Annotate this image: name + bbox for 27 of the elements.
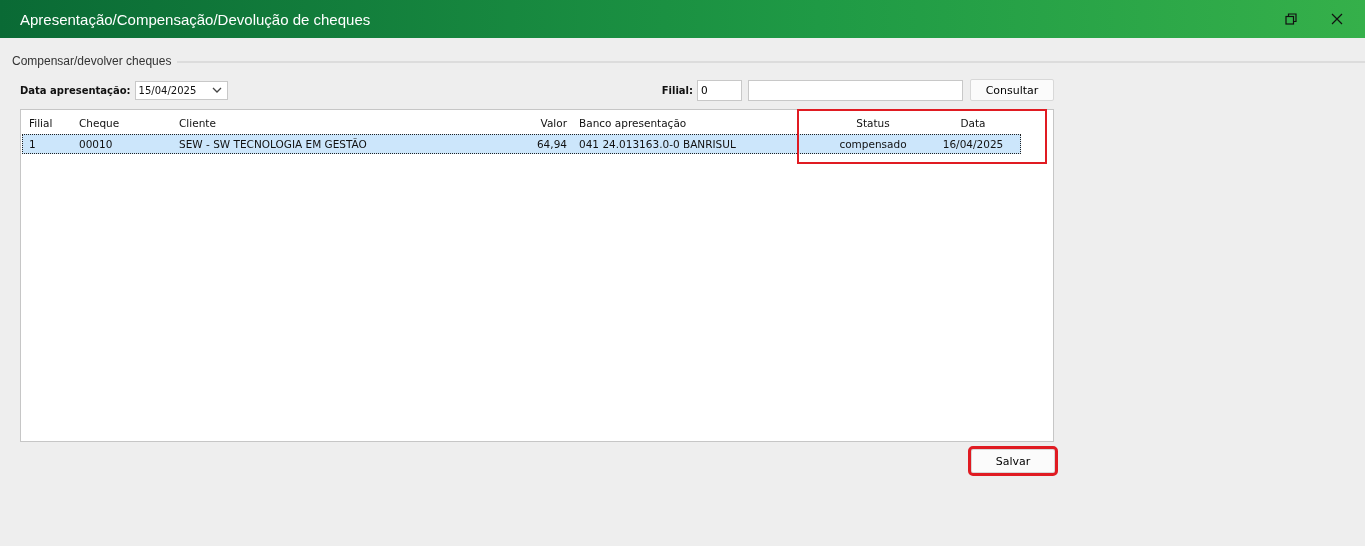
- table-cell-text: 1: [29, 138, 37, 150]
- filial-label: Filial:: [661, 84, 693, 96]
- column-header[interactable]: Valor: [479, 117, 567, 129]
- column-header[interactable]: Filial: [29, 117, 79, 129]
- table-cell-text: compensado: [838, 138, 908, 150]
- column-header[interactable]: Cliente: [179, 117, 479, 129]
- filial-field[interactable]: 0: [697, 79, 742, 101]
- table-cell-text: 64,94: [535, 138, 567, 150]
- date-label: Data apresentação:: [20, 84, 131, 96]
- column-header[interactable]: Status: [823, 117, 923, 129]
- name-field[interactable]: [748, 79, 963, 101]
- table-cell-text: SEW - SW TECNOLOGIA EM GESTÃO: [179, 138, 368, 150]
- table-cell-text: 16/04/2025: [941, 138, 1005, 150]
- date-picker[interactable]: 15/04/2025: [134, 80, 228, 100]
- table-cell-text: 00010: [79, 138, 114, 150]
- restore-icon[interactable]: [1285, 13, 1297, 25]
- table-cell-text: 041 24.013163.0-0 BANRISUL: [578, 138, 737, 150]
- column-header[interactable]: Cheque: [79, 117, 179, 129]
- column-header[interactable]: Banco apresentação: [567, 117, 823, 129]
- group-title: Compensar/devolver cheques: [12, 54, 172, 68]
- table-row[interactable]: 1 00010 SEW - SW TECNOLOGIA EM GESTÃO 64,94 041 24.013163.0-0 BANRISUL compensado 16/04/2025: [22, 134, 1021, 154]
- chevron-down-icon: [211, 87, 222, 93]
- column-header[interactable]: Data: [923, 117, 1023, 129]
- consult-button[interactable]: Consultar: [970, 79, 1054, 101]
- close-icon[interactable]: [1331, 13, 1343, 25]
- window-title: Apresentação/Compensação/Devolução de cheques: [20, 10, 371, 28]
- save-button[interactable]: Salvar: [971, 449, 1055, 473]
